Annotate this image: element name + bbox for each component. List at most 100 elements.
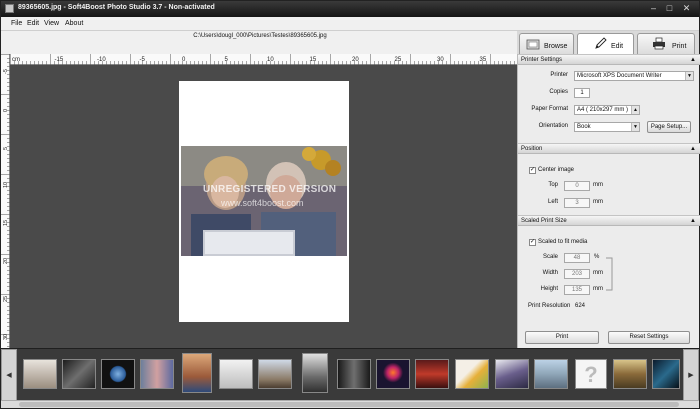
ruler-label: -5: [140, 57, 146, 63]
left-field[interactable]: 3: [564, 198, 590, 208]
tab-print[interactable]: Print: [637, 33, 695, 54]
file-path-label: C:\Users\dougl_000\Pictures\Testes\89365…: [1, 31, 519, 54]
close-button[interactable]: ✕: [681, 3, 692, 14]
thumbnail[interactable]: [101, 359, 135, 389]
tab-edit[interactable]: Edit: [577, 33, 634, 55]
scrollbar-thumb[interactable]: [19, 402, 679, 407]
print-button[interactable]: Print: [525, 331, 599, 344]
print-preview-canvas: UNREGISTERED VERSION www.soft4boost.com: [10, 65, 517, 348]
menu-file[interactable]: File: [11, 20, 22, 27]
width-label: Width: [542, 270, 558, 276]
ruler-label: 5: [225, 57, 229, 63]
center-image-checkbox[interactable]: ✓: [529, 167, 536, 174]
scaled-to-fit-checkbox[interactable]: ✓: [529, 239, 536, 246]
thumbnail-strip: ◀ ▶ ?: [1, 348, 699, 401]
ruler-label: 10: [3, 182, 9, 188]
reset-settings-button[interactable]: Reset Settings: [608, 331, 690, 344]
minimize-button[interactable]: –: [648, 3, 659, 14]
thumbnail[interactable]: [182, 353, 212, 393]
chevron-down-icon: ▲: [631, 106, 639, 114]
thumbnail[interactable]: [455, 359, 489, 389]
app-window: 89365605.jpg - Soft4Boost Photo Studio 3…: [0, 0, 700, 409]
top-label: Top: [548, 182, 558, 188]
chevron-down-icon: ▼: [631, 123, 639, 131]
title-bar: 89365605.jpg - Soft4Boost Photo Studio 3…: [1, 1, 699, 17]
menu-about[interactable]: About: [65, 20, 83, 27]
printer-settings-title: Printer Settings: [521, 57, 563, 63]
thumbnail[interactable]: [62, 359, 96, 389]
thumbnail[interactable]: [219, 359, 253, 389]
thumbnail[interactable]: [495, 359, 529, 389]
pencil-icon: [595, 37, 607, 49]
printer-settings-header[interactable]: Printer Settings ▲: [518, 54, 700, 65]
thumbnail[interactable]: [534, 359, 568, 389]
paper-format-value: A4 ( 210x297 mm ): [577, 107, 629, 113]
watermark-title: UNREGISTERED VERSION: [203, 184, 337, 195]
ruler-label: 30: [437, 57, 444, 63]
thumbnail[interactable]: [302, 353, 328, 393]
ruler-label: 0: [182, 57, 186, 63]
window-title: 89365605.jpg - Soft4Boost Photo Studio 3…: [18, 4, 215, 11]
thumbnail[interactable]: [376, 359, 410, 389]
thumbnail[interactable]: [415, 359, 449, 389]
paper-format-label: Paper Format: [531, 106, 568, 112]
mode-tabs: Browse Edit Print: [517, 31, 699, 55]
scaled-print-size-header[interactable]: Scaled Print Size ▲: [518, 215, 700, 226]
height-unit: mm: [593, 286, 603, 292]
width-field[interactable]: 203: [564, 269, 590, 279]
ruler-label: 25: [395, 57, 402, 63]
height-label: Height: [540, 286, 558, 292]
width-unit: mm: [593, 270, 603, 276]
height-field[interactable]: 135: [564, 285, 590, 295]
print-resolution-value: 624: [575, 303, 586, 309]
scroll-left-button[interactable]: ◀: [1, 349, 17, 401]
thumbnail-scrollbar[interactable]: [1, 400, 699, 408]
tab-browse[interactable]: Browse: [519, 33, 574, 54]
aspect-link-bracket: [606, 257, 613, 291]
scale-field[interactable]: 48: [564, 253, 590, 263]
ruler-label: -15: [55, 57, 64, 63]
orientation-label: Orientation: [538, 123, 568, 129]
vertical-ruler: -5 0 5 10 15 20 25 30: [1, 54, 10, 348]
vertical-ruler-ticks: -5 0 5 10 15 20 25 30: [1, 54, 10, 347]
collapse-icon: ▲: [690, 146, 696, 152]
menu-edit[interactable]: Edit: [27, 20, 39, 27]
ruler-label: 10: [267, 57, 274, 63]
position-header[interactable]: Position ▲: [518, 143, 700, 154]
ruler-label: 20: [3, 258, 9, 264]
center-image-label: Center image: [538, 167, 575, 173]
printer-select[interactable]: Microsoft XPS Document Writer ▼: [574, 71, 694, 81]
left-label: Left: [547, 199, 558, 205]
thumbnail[interactable]: [613, 359, 647, 389]
ruler-label: 25: [3, 296, 9, 302]
thumbnail[interactable]: [337, 359, 371, 389]
print-resolution-label: Print Resolution: [528, 303, 571, 309]
scroll-right-button[interactable]: ▶: [683, 349, 699, 401]
question-mark-icon: ?: [584, 362, 598, 387]
print-settings-panel: Printer Settings ▲ Printer Microsoft XPS…: [517, 54, 700, 348]
scale-label: Scale: [542, 254, 558, 260]
top-field[interactable]: 0: [564, 181, 590, 191]
thumbnail[interactable]: [652, 359, 680, 389]
collapse-icon: ▲: [690, 57, 696, 63]
preview-photo[interactable]: UNREGISTERED VERSION www.soft4boost.com: [181, 146, 347, 256]
maximize-button[interactable]: □: [664, 3, 675, 14]
ruler-label: 20: [352, 57, 359, 63]
thumbnail-placeholder[interactable]: ?: [575, 359, 607, 389]
paper-format-select[interactable]: A4 ( 210x297 mm ) ▲: [574, 105, 640, 115]
top-unit: mm: [593, 182, 603, 188]
page-setup-button[interactable]: Page Setup...: [647, 121, 691, 133]
printer-value: Microsoft XPS Document Writer: [577, 73, 662, 79]
ruler-label: 35: [480, 57, 487, 63]
collapse-icon: ▲: [690, 218, 696, 224]
thumbnail[interactable]: [140, 359, 174, 389]
copies-field[interactable]: 1: [574, 88, 590, 98]
app-icon: [5, 4, 14, 13]
tab-print-label: Print: [672, 43, 687, 50]
horizontal-ruler: cm -15 -10 -5 0 5 10 15 20 25 30 35: [10, 54, 517, 65]
orientation-select[interactable]: Book ▼: [574, 122, 640, 132]
copies-label: Copies: [549, 89, 568, 95]
thumbnail[interactable]: [258, 359, 292, 389]
thumbnail[interactable]: [23, 359, 57, 389]
menu-view[interactable]: View: [44, 20, 59, 27]
